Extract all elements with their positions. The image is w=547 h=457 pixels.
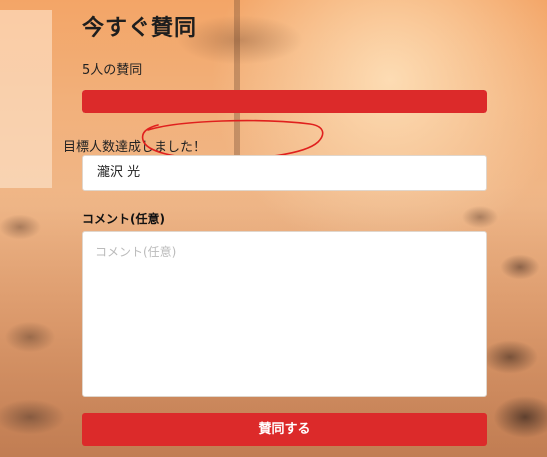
progress-bar	[82, 90, 487, 113]
comment-placeholder: コメント(任意)	[95, 245, 177, 259]
supporter-count: 5人の賛同	[82, 63, 143, 78]
name-input[interactable]: 瀧沢 光	[82, 155, 487, 191]
comment-textarea[interactable]: コメント(任意)	[82, 231, 487, 397]
comment-label: コメント(任意)	[82, 212, 165, 226]
goal-reached-message: 目標人数達成しました！	[63, 140, 207, 155]
support-button[interactable]: 賛同する	[82, 413, 487, 446]
left-side-panel	[0, 10, 52, 188]
progress-bar-fill	[82, 90, 487, 113]
form-title: 今すぐ賛同	[82, 16, 198, 41]
